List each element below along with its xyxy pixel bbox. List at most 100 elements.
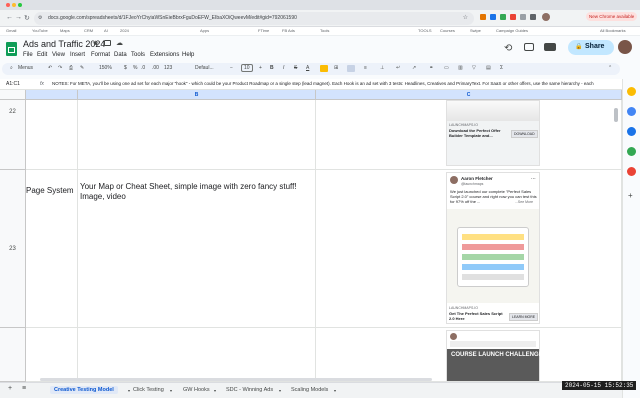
menu-data[interactable]: Data <box>114 52 127 58</box>
cell-a22[interactable] <box>26 100 78 170</box>
bookmark-item[interactable]: Courses <box>440 28 455 33</box>
text-color-icon[interactable]: A <box>306 65 309 71</box>
menu-tools[interactable]: Tools <box>131 52 145 58</box>
close-window-icon[interactable] <box>6 3 10 7</box>
strikethrough-icon[interactable]: S <box>294 65 297 71</box>
bookmark-star-icon[interactable]: ☆ <box>463 14 468 21</box>
bookmark-item[interactable]: YouTube <box>32 28 48 33</box>
increase-decimal-button[interactable]: .00 <box>152 65 159 71</box>
italic-icon[interactable]: I <box>283 65 284 71</box>
cell-b22[interactable] <box>78 100 316 170</box>
extension-icon[interactable] <box>500 14 506 20</box>
account-avatar[interactable] <box>618 40 632 54</box>
extension-icon[interactable] <box>480 14 486 20</box>
site-info-icon[interactable]: ⚙ <box>38 15 42 21</box>
menus-search[interactable]: Menus <box>18 65 33 71</box>
profile-avatar[interactable] <box>542 13 550 21</box>
sheets-logo-icon[interactable] <box>6 42 17 56</box>
link-icon[interactable]: ⚭ <box>429 65 433 71</box>
back-icon[interactable]: ← <box>6 14 13 21</box>
extensions-puzzle-icon[interactable] <box>530 14 536 20</box>
fill-color-icon[interactable] <box>320 65 328 72</box>
menu-help[interactable]: Help <box>182 52 194 58</box>
comment-icon[interactable]: ▭ <box>444 65 449 71</box>
tab-click-testing[interactable]: Click Testing <box>133 387 164 393</box>
menu-format[interactable]: Format <box>91 52 110 58</box>
decrease-decimal-button[interactable]: .0 <box>141 65 145 71</box>
bookmark-item[interactable]: AI <box>104 28 108 33</box>
functions-icon[interactable]: Σ <box>500 65 503 71</box>
font-size-input[interactable]: 10 <box>241 64 253 72</box>
cell-b23[interactable]: Your Map or Cheat Sheet, simple image wi… <box>78 170 316 328</box>
cell-c23[interactable]: Aaron Fletcher @launchmaps ⋯ We just lau… <box>316 170 622 328</box>
row-header[interactable] <box>0 328 26 382</box>
chart-icon[interactable]: ▥ <box>458 65 463 71</box>
maximize-window-icon[interactable] <box>18 3 22 7</box>
filter-icon[interactable]: ▽ <box>472 65 476 71</box>
address-bar[interactable]: ⚙ docs.google.com/spreadsheets/d/1FJeoYr… <box>34 12 474 25</box>
increase-font-icon[interactable]: + <box>259 65 262 71</box>
tab-sdc-winning-ads[interactable]: SDC - Winning Ads <box>226 387 273 393</box>
maps-icon[interactable] <box>627 167 636 176</box>
zoom-select[interactable]: 150% <box>99 65 112 71</box>
menu-insert[interactable]: Insert <box>70 52 85 58</box>
menu-view[interactable]: View <box>52 52 65 58</box>
redo-icon[interactable]: ↷ <box>58 65 62 71</box>
tab-menu-chevron-icon[interactable]: ▾ <box>334 388 336 393</box>
bookmark-item[interactable]: Maps <box>60 28 70 33</box>
menu-edit[interactable]: Edit <box>37 52 47 58</box>
bookmark-item[interactable]: Campaign Guides <box>496 28 528 33</box>
undo-icon[interactable]: ↶ <box>48 65 52 71</box>
star-icon[interactable]: ★ <box>92 39 99 48</box>
vertical-scrollbar[interactable] <box>614 108 618 122</box>
bookmark-item[interactable]: TOOLS <box>418 28 432 33</box>
bookmark-item[interactable]: CRM <box>84 28 93 33</box>
font-select[interactable]: Defaul... <box>195 65 214 71</box>
filter-views-icon[interactable]: ▤ <box>486 65 491 71</box>
vertical-align-icon[interactable]: ⊥ <box>380 65 384 71</box>
tasks-icon[interactable] <box>627 127 636 136</box>
text-rotate-icon[interactable]: ↗ <box>412 65 416 71</box>
select-all-corner[interactable] <box>0 90 26 100</box>
extension-icon[interactable] <box>490 14 496 20</box>
decrease-font-icon[interactable]: − <box>230 65 233 71</box>
currency-button[interactable]: $ <box>124 65 127 71</box>
tab-creative-testing-model[interactable]: Creative Testing Model <box>50 386 118 394</box>
history-icon[interactable]: ⟲ <box>504 43 512 54</box>
bookmark-item[interactable]: FTime <box>258 28 269 33</box>
row-header[interactable]: 23 <box>0 170 26 328</box>
add-sheet-icon[interactable]: + <box>8 385 12 392</box>
bookmark-item[interactable]: Swipe <box>470 28 481 33</box>
cell-c24[interactable]: COURSE LAUNCH CHALLENGE <box>316 328 622 382</box>
collapse-toolbar-icon[interactable]: ⌃ <box>608 65 612 71</box>
extension-icon[interactable] <box>520 14 526 20</box>
cell-c22[interactable]: LAUNCHMAPS.IO Download the Perfect Offer… <box>316 100 622 170</box>
tab-scaling-models[interactable]: Scaling Models <box>291 387 328 393</box>
bookmark-item[interactable]: 2024 <box>120 28 129 33</box>
formula-input[interactable]: NOTES: For META, you'll be using one ad … <box>52 81 618 86</box>
bookmark-item[interactable]: Gmail <box>6 28 16 33</box>
column-header-b[interactable]: B <box>78 90 316 100</box>
bookmark-item[interactable]: Apps <box>200 28 209 33</box>
cell-b24[interactable] <box>78 328 316 382</box>
minimize-window-icon[interactable] <box>12 3 16 7</box>
tab-menu-chevron-icon[interactable]: ▾ <box>170 388 172 393</box>
row-header[interactable]: 22 <box>0 100 26 170</box>
text-wrap-icon[interactable]: ↵ <box>396 65 400 71</box>
calendar-icon[interactable] <box>627 87 636 96</box>
name-box[interactable]: A1:C1 <box>6 81 20 87</box>
reload-icon[interactable]: ↻ <box>24 14 30 22</box>
tab-menu-chevron-icon[interactable]: ▾ <box>128 388 130 393</box>
bookmark-item[interactable]: Tools <box>320 28 329 33</box>
menu-file[interactable]: File <box>23 52 33 58</box>
share-button[interactable]: 🔒 Share <box>568 40 614 55</box>
bold-icon[interactable]: B <box>270 65 274 71</box>
paint-format-icon[interactable]: ✎ <box>80 65 84 71</box>
meet-icon[interactable] <box>544 43 556 51</box>
tab-menu-chevron-icon[interactable]: ▾ <box>214 388 216 393</box>
bookmark-item[interactable]: FB Ads <box>282 28 295 33</box>
move-folder-icon[interactable] <box>104 40 111 46</box>
menu-extensions[interactable]: Extensions <box>150 52 179 58</box>
percent-button[interactable]: % <box>133 65 137 71</box>
comments-icon[interactable] <box>524 43 534 51</box>
